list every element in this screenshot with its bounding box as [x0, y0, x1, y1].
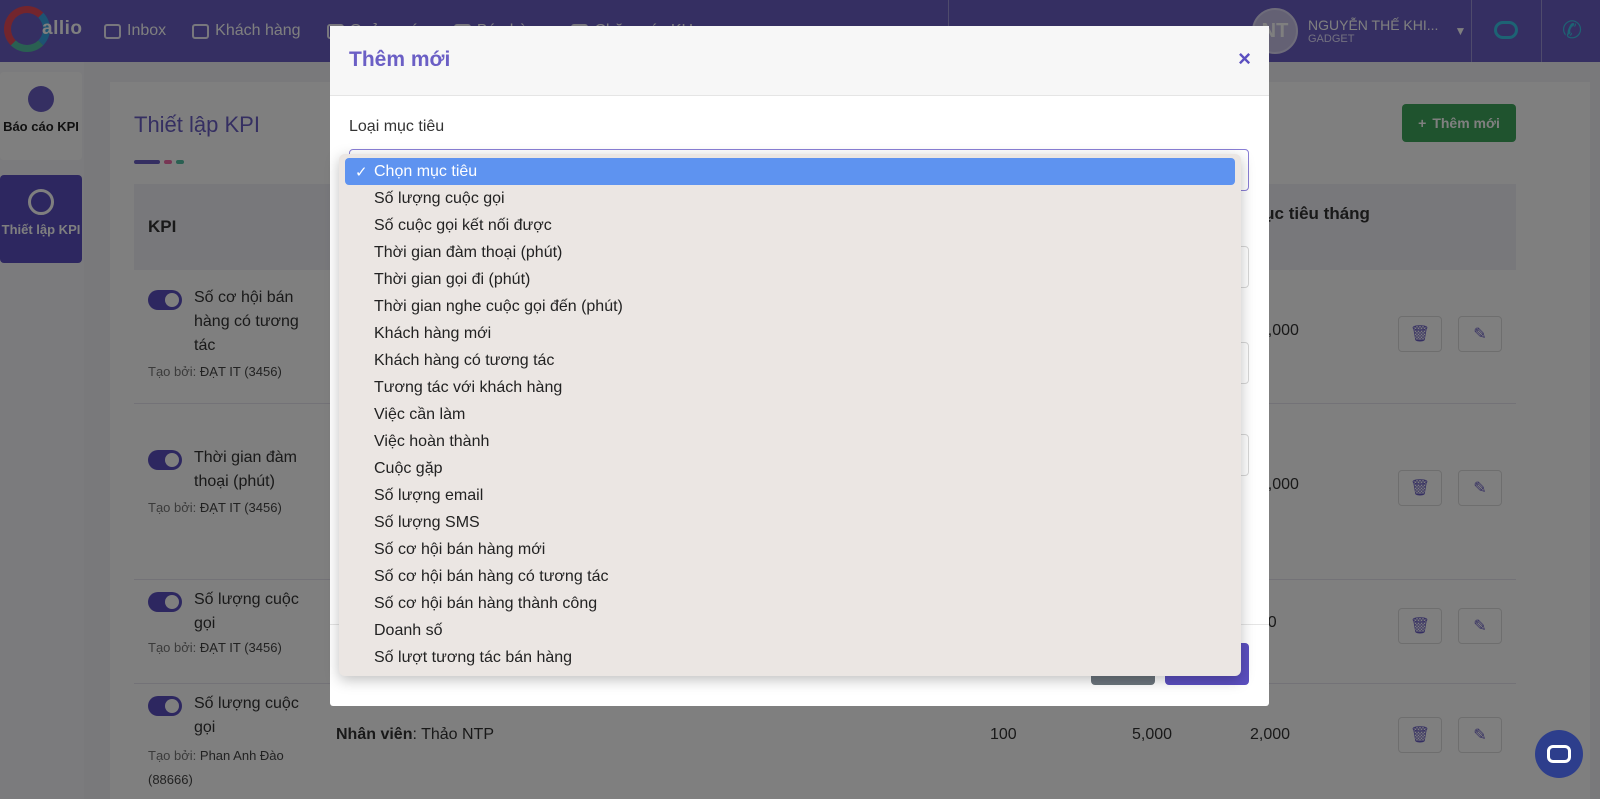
option[interactable]: Số lượng email: [345, 482, 1235, 509]
target-type-label: Loại mục tiêu: [349, 118, 445, 135]
option[interactable]: Số cơ hội bán hàng mới: [345, 536, 1235, 563]
option[interactable]: Thời gian nghe cuộc gọi đến (phút): [345, 293, 1235, 320]
support-chat-button[interactable]: [1535, 730, 1583, 778]
option[interactable]: Số cơ hội bán hàng thành công: [345, 590, 1235, 617]
option[interactable]: Cuộc gặp: [345, 455, 1235, 482]
option[interactable]: Số lượng SMS: [345, 509, 1235, 536]
option[interactable]: Việc cần làm: [345, 401, 1235, 428]
option[interactable]: Doanh số: [345, 617, 1235, 644]
option[interactable]: Việc hoàn thành: [345, 428, 1235, 455]
modal-title: Thêm mới: [349, 48, 451, 71]
option[interactable]: Tương tác với khách hàng: [345, 374, 1235, 401]
target-type-options: ✓ Chọn mục tiêu Số lượng cuộc gọi Số cuộc…: [339, 154, 1241, 676]
option[interactable]: Số cuộc gọi kết nối được: [345, 212, 1235, 239]
option[interactable]: Khách hàng mới: [345, 320, 1235, 347]
option[interactable]: Số cơ hội bán hàng có tương tác: [345, 563, 1235, 590]
option[interactable]: Số lượt tương tác bán hàng: [345, 644, 1235, 671]
option[interactable]: Thời gian đàm thoại (phút): [345, 239, 1235, 266]
close-icon[interactable]: ×: [1238, 46, 1251, 72]
modal-header: Thêm mới ×: [330, 26, 1269, 96]
option[interactable]: Thời gian gọi đi (phút): [345, 266, 1235, 293]
option-selected[interactable]: ✓ Chọn mục tiêu: [345, 158, 1235, 185]
checkmark-icon: ✓: [355, 164, 368, 181]
option[interactable]: Số lượng cuộc gọi: [345, 185, 1235, 212]
chat-bubble-icon: [1547, 745, 1571, 763]
option[interactable]: Khách hàng có tương tác: [345, 347, 1235, 374]
